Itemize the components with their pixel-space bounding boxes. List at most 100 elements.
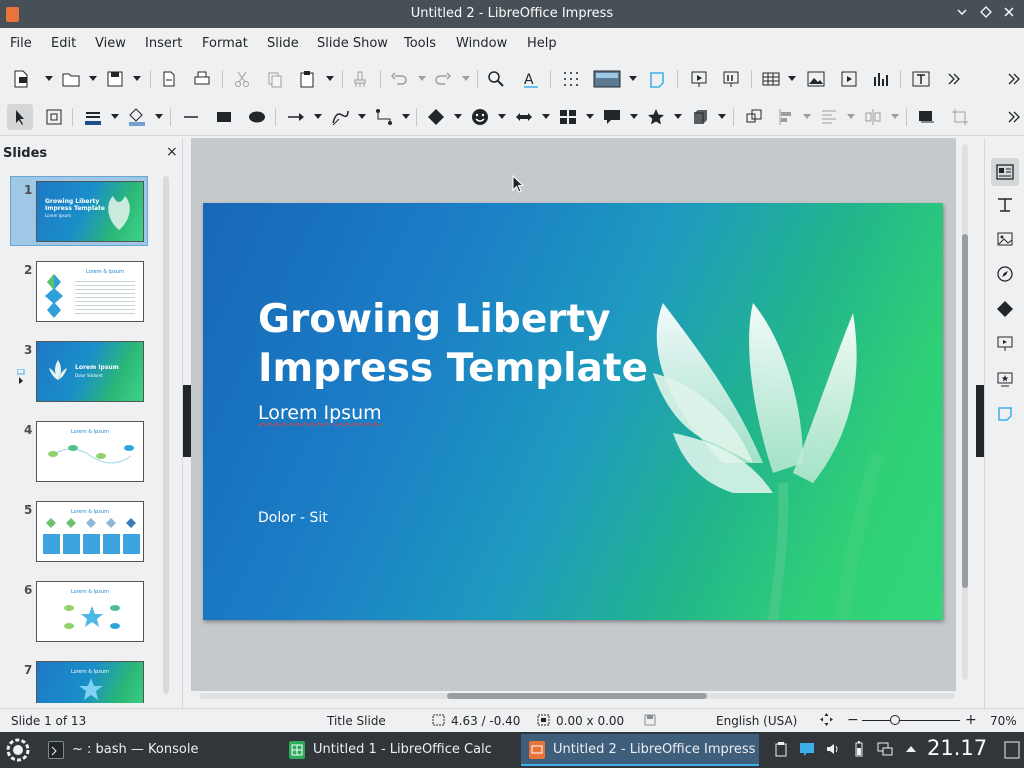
- menu-window[interactable]: Window: [456, 36, 507, 51]
- slides-panel-scrollbar[interactable]: [163, 176, 169, 694]
- callout-shapes-icon[interactable]: [601, 106, 623, 128]
- symbol-shapes-icon[interactable]: [469, 106, 491, 128]
- line-icon[interactable]: [180, 106, 202, 128]
- zoom-pan-icon[interactable]: [43, 106, 65, 128]
- slide-thumbnail-7[interactable]: 7 Lorem & Ipsum: [0, 659, 160, 703]
- chart-icon[interactable]: [870, 68, 892, 90]
- flowchart-icon[interactable]: [557, 106, 579, 128]
- zoom-level-status[interactable]: 70%: [990, 714, 1017, 728]
- application-launcher-icon[interactable]: [4, 736, 32, 764]
- undo-dropdown-icon[interactable]: [418, 76, 426, 81]
- show-hidden-icons-icon[interactable]: [903, 741, 919, 757]
- zoom-slider-handle[interactable]: [890, 715, 900, 725]
- master-slide-icon[interactable]: [646, 68, 668, 90]
- print-icon[interactable]: [191, 68, 213, 90]
- gallery-icon[interactable]: [993, 227, 1017, 251]
- properties-icon[interactable]: [991, 158, 1019, 186]
- language-status[interactable]: English (USA): [716, 714, 797, 728]
- battery-icon[interactable]: [851, 741, 867, 757]
- transformations-icon[interactable]: [743, 106, 765, 128]
- menu-view[interactable]: View: [95, 36, 126, 51]
- line-color-dropdown-icon[interactable]: [111, 114, 119, 119]
- export-pdf-icon[interactable]: [158, 68, 180, 90]
- stars-dropdown-icon[interactable]: [674, 114, 682, 119]
- menu-file[interactable]: File: [10, 36, 32, 51]
- navigator-icon[interactable]: [993, 262, 1017, 286]
- horizontal-scrollbar-thumb[interactable]: [447, 693, 707, 699]
- layout-status[interactable]: Title Slide: [327, 714, 386, 728]
- close-slides-panel-icon[interactable]: ×: [166, 144, 178, 160]
- table-dropdown-icon[interactable]: [788, 76, 796, 81]
- slide-thumbnail-1[interactable]: 1 Growing Liberty Impress Template Lorem…: [0, 176, 160, 249]
- zoom-in-button[interactable]: +: [965, 712, 977, 728]
- arrange-dropdown-icon[interactable]: [847, 114, 855, 119]
- minimize-button[interactable]: [952, 4, 972, 24]
- image-icon[interactable]: [805, 68, 827, 90]
- undo-icon[interactable]: [388, 68, 410, 90]
- lines-arrows-icon[interactable]: [285, 106, 307, 128]
- document-modified-icon[interactable]: [644, 714, 656, 726]
- crop-image-icon[interactable]: [949, 106, 971, 128]
- flowchart-dropdown-icon[interactable]: [586, 114, 594, 119]
- select-arrow-icon[interactable]: [7, 104, 33, 130]
- slide-footer-text[interactable]: Dolor - Sit: [258, 510, 328, 526]
- save-icon[interactable]: [104, 68, 126, 90]
- redo-icon[interactable]: [432, 68, 454, 90]
- new-document-icon[interactable]: [10, 68, 32, 90]
- menu-edit[interactable]: Edit: [51, 36, 76, 51]
- slide-thumbnail-5[interactable]: 5 Lorem & Ipsum: [0, 499, 160, 569]
- arrange-icon[interactable]: [818, 106, 840, 128]
- connectors-icon[interactable]: [373, 106, 395, 128]
- fit-slide-icon[interactable]: [820, 713, 833, 726]
- fill-color-icon[interactable]: [126, 106, 148, 128]
- media-icon[interactable]: [838, 68, 860, 90]
- fill-color-dropdown-icon[interactable]: [155, 114, 163, 119]
- new-dropdown-icon[interactable]: [45, 76, 53, 81]
- text-box-icon[interactable]: [910, 68, 932, 90]
- open-dropdown-icon[interactable]: [89, 76, 97, 81]
- network-icon[interactable]: [877, 741, 893, 757]
- slide-thumbnail-6[interactable]: 6 Lorem & Ipsum: [0, 579, 160, 649]
- stars-banners-icon[interactable]: [645, 106, 667, 128]
- spelling-icon[interactable]: A: [520, 68, 542, 90]
- basic-shapes-dropdown-icon[interactable]: [454, 114, 462, 119]
- volume-icon[interactable]: [825, 741, 841, 757]
- vertical-scrollbar-thumb[interactable]: [962, 234, 968, 588]
- menu-slide-show[interactable]: Slide Show: [317, 36, 388, 51]
- copy-icon[interactable]: [264, 68, 286, 90]
- block-arrows-dropdown-icon[interactable]: [542, 114, 550, 119]
- slide-transition-sidebar-icon[interactable]: [993, 193, 1017, 217]
- sidebar-collapse-handle[interactable]: [976, 385, 984, 457]
- task-impress[interactable]: Untitled 2 - LibreOffice Impress: [521, 734, 759, 766]
- slide-thumbnail-3[interactable]: 3 Lorem Ipsum Dolor Sitdoret: [0, 339, 160, 409]
- display-views-icon[interactable]: [592, 68, 622, 90]
- slide-thumbnail-2[interactable]: 2 Lorem & Ipsum: [0, 259, 160, 329]
- notifications-icon[interactable]: [799, 741, 815, 757]
- slide-transition-icon[interactable]: [16, 368, 25, 385]
- toolbar-overflow-icon[interactable]: [943, 68, 965, 90]
- curves-dropdown-icon[interactable]: [358, 114, 366, 119]
- shapes-sidebar-icon[interactable]: [993, 297, 1017, 321]
- callout-dropdown-icon[interactable]: [630, 114, 638, 119]
- display-grid-icon[interactable]: [560, 68, 582, 90]
- paste-dropdown-icon[interactable]: [326, 76, 334, 81]
- curves-icon[interactable]: [329, 106, 351, 128]
- animation-sidebar-icon[interactable]: [993, 367, 1017, 391]
- block-arrows-icon[interactable]: [513, 106, 535, 128]
- master-slides-sidebar-icon[interactable]: [993, 332, 1017, 356]
- clone-formatting-icon[interactable]: [349, 68, 371, 90]
- align-dropdown-icon[interactable]: [803, 114, 811, 119]
- horizontal-scrollbar[interactable]: [199, 693, 955, 699]
- connectors-dropdown-icon[interactable]: [402, 114, 410, 119]
- find-replace-icon[interactable]: [485, 68, 507, 90]
- toolbar-overflow-right-icon[interactable]: [1003, 68, 1024, 90]
- slide-thumbnail-4[interactable]: 4 Lorem & Ipsum: [0, 419, 160, 489]
- menu-slide[interactable]: Slide: [267, 36, 299, 51]
- 3d-objects-dropdown-icon[interactable]: [718, 114, 726, 119]
- close-window-button[interactable]: [999, 4, 1019, 24]
- menu-insert[interactable]: Insert: [145, 36, 182, 51]
- menu-help[interactable]: Help: [527, 36, 557, 51]
- start-from-first-slide-icon[interactable]: [688, 68, 710, 90]
- open-folder-icon[interactable]: [60, 68, 82, 90]
- table-icon[interactable]: [760, 68, 782, 90]
